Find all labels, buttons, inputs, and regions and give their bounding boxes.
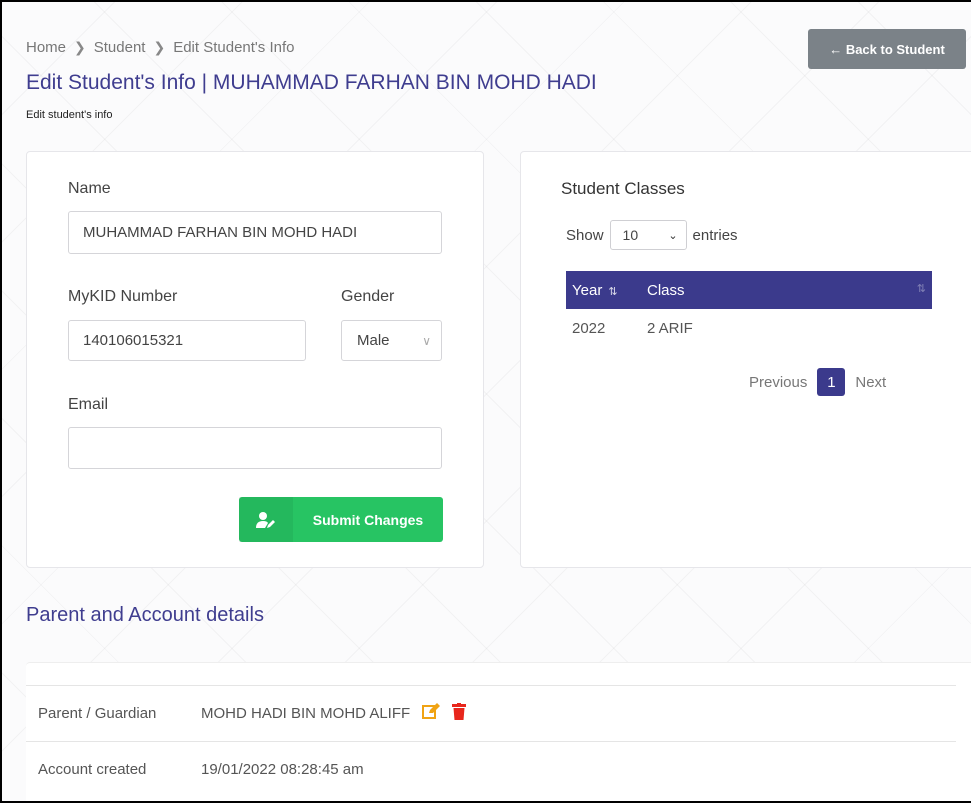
gender-select[interactable]: Male ∨ (341, 320, 442, 361)
sort-icon: ⇅ (608, 285, 618, 298)
name-label: Name (68, 180, 111, 197)
entries-select[interactable]: 10 ⌄ (609, 220, 687, 250)
parent-account-title: Parent and Account details (26, 604, 264, 626)
classes-table: Year ⇅ Class ⇅ 2022 2 ARIF (566, 271, 932, 347)
mykid-field[interactable]: 140106015321 (68, 320, 306, 361)
breadcrumb-student[interactable]: Student (94, 39, 146, 56)
email-field[interactable] (68, 427, 442, 469)
edit-icon[interactable] (422, 703, 441, 723)
gender-value: Male (357, 332, 390, 349)
student-form-card: Name MUHAMMAD FARHAN BIN MOHD HADI MyKID… (26, 151, 484, 568)
column-class-label: Class (647, 281, 685, 299)
chevron-right-icon: ❯ (153, 39, 166, 55)
account-created-row: Account created 19/01/2022 08:28:45 am (26, 741, 956, 796)
column-header-year[interactable]: Year ⇅ (566, 271, 641, 309)
cell-class: 2 ARIF (647, 319, 693, 337)
breadcrumb-home[interactable]: Home (26, 39, 66, 56)
table-row: 2022 2 ARIF (566, 309, 932, 347)
page-title: Edit Student's Info | MUHAMMAD FARHAN BI… (26, 71, 597, 94)
column-header-class[interactable]: Class ⇅ (641, 271, 932, 309)
column-year-label: Year (572, 281, 603, 299)
chevron-down-icon: ⌄ (668, 229, 678, 242)
entries-control: Show 10 ⌄ entries (566, 220, 738, 250)
submit-changes-label: Submit Changes (312, 511, 424, 528)
pagination: Previous 1 Next (749, 368, 886, 396)
page-frame: Home ❯ Student ❯ Edit Student's Info ← B… (0, 0, 971, 803)
pagination-previous[interactable]: Previous (749, 374, 807, 391)
account-created-label: Account created (38, 760, 147, 778)
back-to-student-button[interactable]: ← Back to Student (808, 29, 966, 69)
email-label: Email (68, 396, 109, 413)
parent-guardian-label: Parent / Guardian (38, 704, 157, 722)
cell-year: 2022 (572, 319, 606, 337)
breadcrumb-current: Edit Student's Info (173, 39, 295, 56)
page-subtitle: Edit student's info (26, 109, 113, 121)
name-field[interactable]: MUHAMMAD FARHAN BIN MOHD HADI (68, 211, 442, 254)
name-value: MUHAMMAD FARHAN BIN MOHD HADI (83, 224, 358, 241)
breadcrumb: Home ❯ Student ❯ Edit Student's Info (26, 39, 294, 56)
parent-guardian-row: Parent / Guardian MOHD HADI BIN MOHD ALI… (26, 685, 956, 740)
entries-value: 10 (622, 227, 639, 243)
table-header-row: Year ⇅ Class ⇅ (566, 271, 932, 309)
student-classes-title: Student Classes (561, 179, 685, 198)
parent-guardian-value: MOHD HADI BIN MOHD ALIFF (201, 704, 411, 722)
gender-label: Gender (341, 288, 395, 305)
mykid-value: 140106015321 (83, 332, 184, 349)
entries-label: entries (692, 226, 738, 244)
pagination-next[interactable]: Next (855, 374, 886, 391)
user-edit-icon (239, 497, 293, 542)
chevron-right-icon: ❯ (74, 39, 86, 55)
trash-icon[interactable] (452, 702, 467, 724)
sort-icon: ⇅ (916, 282, 926, 295)
student-classes-card: Student Classes Show 10 ⌄ entries Year ⇅ … (520, 151, 971, 568)
pagination-current-page[interactable]: 1 (817, 368, 846, 396)
submit-changes-button[interactable]: Submit Changes (239, 497, 443, 542)
show-label: Show (566, 226, 604, 244)
mykid-label: MyKID Number (68, 288, 178, 305)
chevron-down-icon: ∨ (422, 333, 431, 348)
account-created-value: 19/01/2022 08:28:45 am (201, 760, 364, 778)
